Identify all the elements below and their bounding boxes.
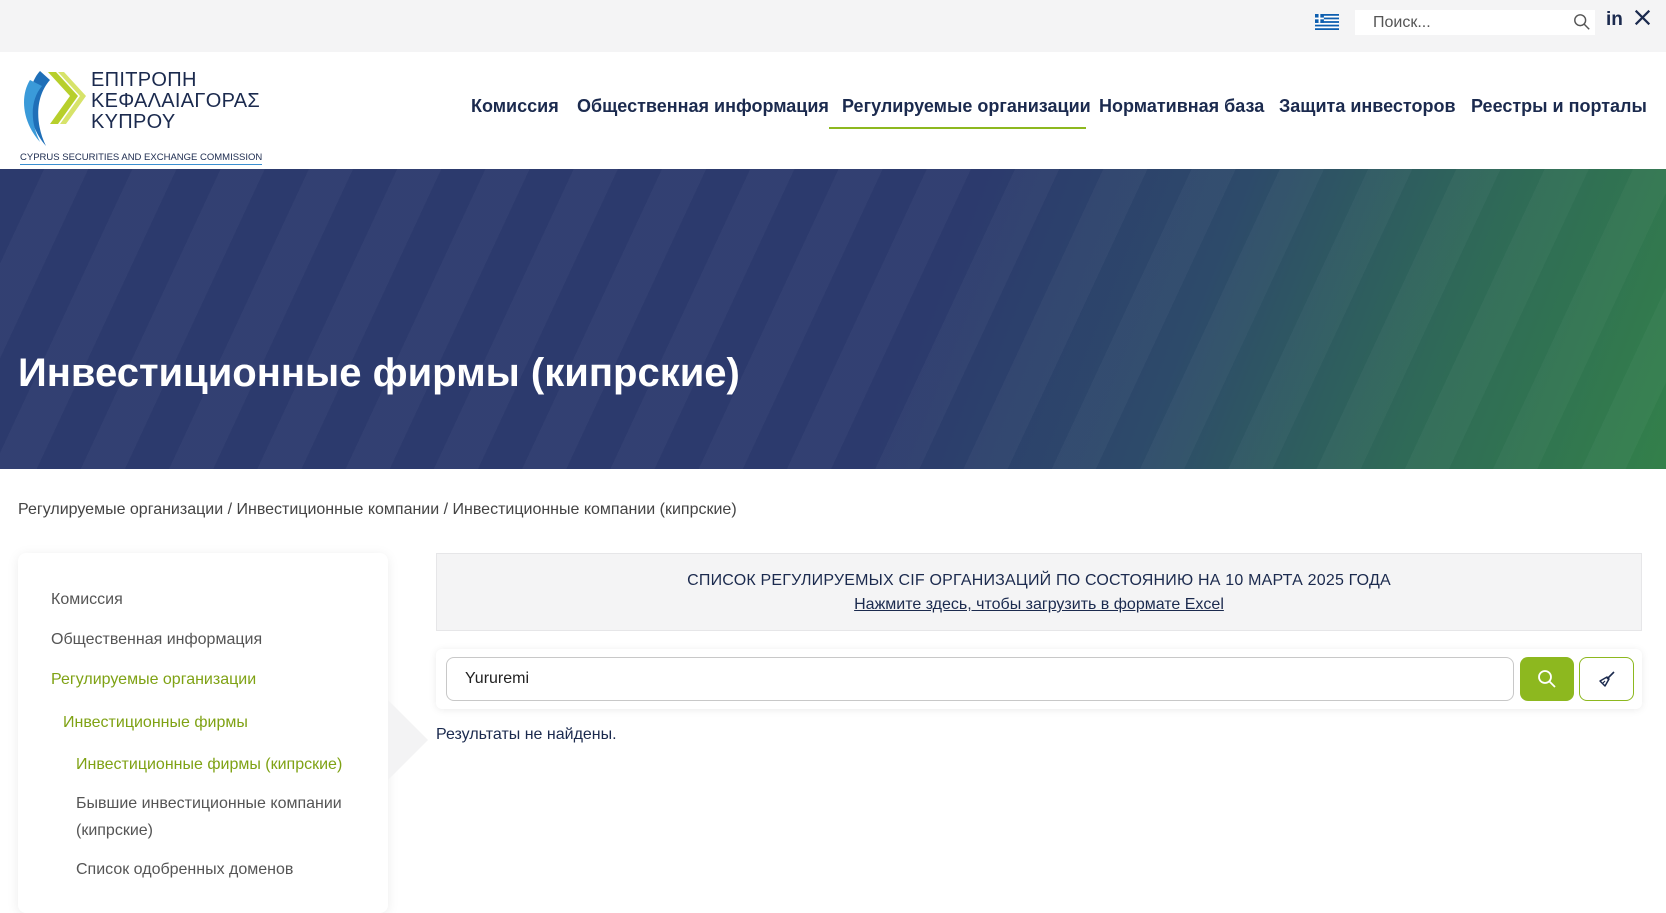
breadcrumb-separator: / xyxy=(439,501,453,518)
nav-public-information[interactable]: Общественная информация xyxy=(577,96,829,117)
sidebar-item-investment-firms[interactable]: Инвестиционные фирмы xyxy=(63,709,248,736)
no-results-message: Результаты не найдены. xyxy=(436,726,617,743)
breadcrumb-item[interactable]: Регулируемые организации xyxy=(18,501,223,518)
nav-regulated-entities[interactable]: Регулируемые организации xyxy=(842,96,1091,117)
entity-search-bar xyxy=(436,649,1642,709)
logo-line-1: ΕΠΙΤΡΟΠΗ xyxy=(91,69,197,91)
hero-banner: Инвестиционные фирмы (кипрские) xyxy=(0,169,1666,469)
sidebar-item-public-information[interactable]: Общественная информация xyxy=(51,626,262,653)
clear-button[interactable] xyxy=(1579,657,1634,701)
page-title: Инвестиционные фирмы (кипрские) xyxy=(18,351,740,395)
sidebar-item-approved-domains[interactable]: Список одобренных доменов xyxy=(76,856,293,883)
search-icon xyxy=(1538,670,1556,688)
logo-emblem-icon xyxy=(24,71,86,146)
nav-legal-framework[interactable]: Нормативная база xyxy=(1099,96,1264,117)
top-search-box xyxy=(1355,10,1595,35)
nav-commission[interactable]: Комиссия xyxy=(471,96,559,117)
nav-investor-protection[interactable]: Защита инвесторов xyxy=(1279,96,1456,117)
breadcrumb-item[interactable]: Инвестиционные компании xyxy=(236,501,439,518)
nav-registers-portals[interactable]: Реестры и порталы xyxy=(1471,96,1647,117)
sidebar-decoration xyxy=(388,700,428,780)
broom-icon xyxy=(1598,671,1615,687)
notice-box: СПИСОК РЕГУЛИРУЕМЫХ CIF ОРГАНИЗАЦИЙ ПО С… xyxy=(436,553,1642,631)
logo-subtitle: CYPRUS SECURITIES AND EXCHANGE COMMISSIO… xyxy=(20,152,263,165)
x-twitter-icon[interactable] xyxy=(1634,9,1651,26)
notice-title: СПИСОК РЕГУЛИРУЕМЫХ CIF ОРГАНИЗАЦИЙ ПО С… xyxy=(687,572,1391,589)
excel-download-link[interactable]: Нажмите здесь, чтобы загрузить в формате… xyxy=(437,596,1641,614)
top-search-input[interactable] xyxy=(1355,10,1565,35)
logo-text: ΕΠΙΤΡΟΠΗ ΚΕΦΑΛΑΙΑΓΟΡΑΣ ΚΥΠΡΟΥ xyxy=(91,70,260,133)
sidebar-item-regulated-entities[interactable]: Регулируемые организации xyxy=(51,666,256,693)
linkedin-icon[interactable]: in xyxy=(1606,9,1623,31)
sidebar: Комиссия Общественная информация Регулир… xyxy=(18,553,388,913)
top-utility-bar: in xyxy=(0,0,1666,52)
search-icon[interactable] xyxy=(1573,13,1591,31)
logo-line-3: ΚΥΠΡΟΥ xyxy=(91,111,176,133)
hero-pattern xyxy=(0,169,1666,469)
breadcrumb: Регулируемые организации / Инвестиционны… xyxy=(18,501,737,519)
logo-line-2: ΚΕΦΑΛΑΙΑΓΟΡΑΣ xyxy=(91,90,261,112)
sidebar-item-former-investment-companies[interactable]: Бывшие инвестиционные компании (кипрские… xyxy=(76,790,361,844)
search-button[interactable] xyxy=(1520,657,1574,701)
site-header: ΕΠΙΤΡΟΠΗ ΚΕΦΑΛΑΙΑΓΟΡΑΣ ΚΥΠΡΟΥ CYPRUS SEC… xyxy=(0,52,1666,169)
breadcrumb-item-current[interactable]: Инвестиционные компании (кипрские) xyxy=(453,501,737,518)
greek-flag-icon[interactable] xyxy=(1315,14,1339,30)
cysec-logo[interactable]: ΕΠΙΤΡΟΠΗ ΚΕΦΑΛΑΙΑΓΟΡΑΣ ΚΥΠΡΟΥ CYPRUS SEC… xyxy=(18,66,263,165)
sidebar-item-commission[interactable]: Комиссия xyxy=(51,586,123,613)
sidebar-item-investment-firms-cyprus[interactable]: Инвестиционные фирмы (кипрские) xyxy=(76,751,342,778)
nav-active-underline xyxy=(829,127,1086,129)
entity-search-input[interactable] xyxy=(446,657,1514,701)
breadcrumb-separator: / xyxy=(223,501,237,518)
